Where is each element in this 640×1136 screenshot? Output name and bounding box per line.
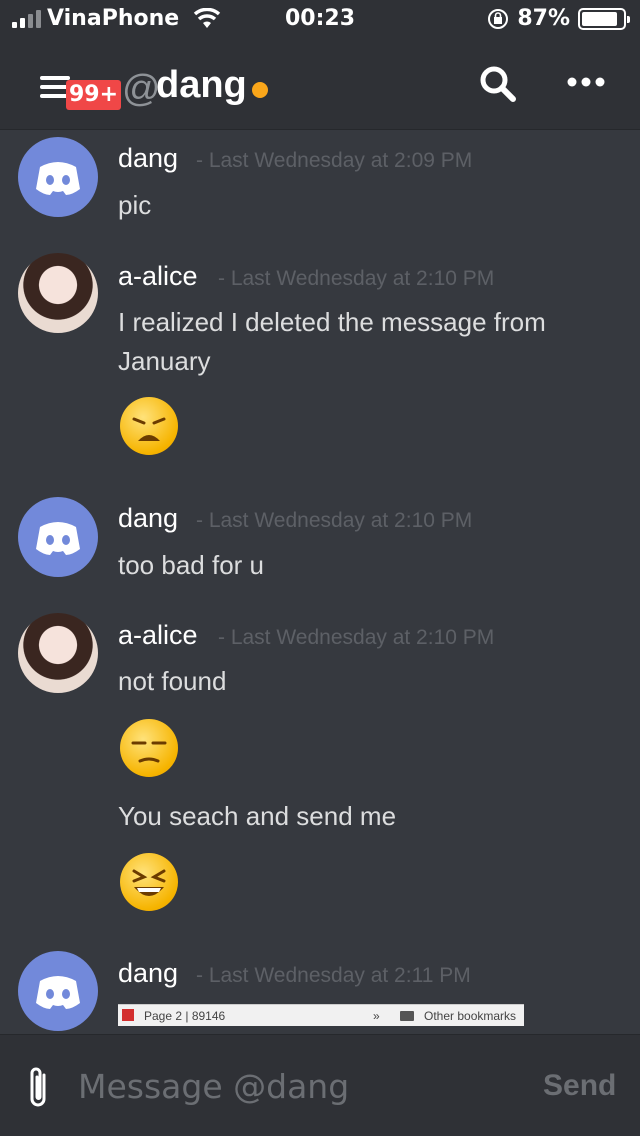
message-text: pic: [118, 190, 152, 220]
discord-logo-icon: [36, 522, 80, 555]
home-icon: [122, 1009, 134, 1021]
message-text: not found: [118, 666, 227, 696]
avatar[interactable]: [18, 613, 98, 693]
at-symbol: @: [122, 68, 161, 110]
attachment-chevron: »: [373, 1009, 380, 1023]
message-author[interactable]: a-alice: [118, 261, 198, 292]
message-timestamp: - Last Wednesday at 2:11 PM: [196, 964, 471, 987]
attachment-bookmarks-text: Other bookmarks: [424, 1009, 517, 1023]
discord-logo-icon: [36, 976, 80, 1009]
message-input[interactable]: [78, 1061, 508, 1111]
message-author[interactable]: a-alice: [118, 620, 198, 651]
status-dot: [252, 82, 268, 98]
message-text: January: [118, 346, 211, 376]
status-bar: VinaPhone 00:23 87%: [0, 0, 640, 40]
message-author[interactable]: dang: [118, 503, 178, 534]
message-author[interactable]: dang: [118, 958, 178, 989]
send-button[interactable]: Send: [543, 1069, 616, 1103]
message-composer: Send: [0, 1034, 640, 1136]
message-timestamp: - Last Wednesday at 2:10 PM: [196, 509, 473, 532]
more-options-icon[interactable]: [566, 72, 606, 92]
unread-badge: 99+: [66, 80, 122, 110]
paperclip-icon[interactable]: [24, 1065, 54, 1111]
avatar[interactable]: [18, 951, 98, 1031]
message-timestamp: - Last Wednesday at 2:10 PM: [218, 267, 495, 290]
unamused-face-emoji-icon: [120, 719, 178, 777]
avatar[interactable]: [18, 253, 98, 333]
weary-face-emoji-icon: [120, 397, 178, 455]
battery-icon: [578, 7, 630, 30]
image-attachment[interactable]: Page 2 | 89146 » Other bookmarks: [118, 1004, 524, 1026]
avatar[interactable]: [18, 137, 98, 217]
channel-header: 99+ @ dang: [0, 40, 640, 130]
message-text: I realized I deleted the message from: [118, 307, 546, 337]
message-timestamp: - Last Wednesday at 2:10 PM: [218, 626, 495, 649]
message-text: You seach and send me: [118, 801, 397, 831]
battery-percent: 87%: [517, 6, 570, 31]
discord-logo-icon: [36, 162, 80, 195]
grinning-squinting-face-emoji-icon: [120, 853, 178, 911]
channel-name: dang: [156, 64, 247, 106]
message-timestamp: - Last Wednesday at 2:09 PM: [196, 149, 473, 172]
avatar[interactable]: [18, 497, 98, 577]
attachment-tab-text: Page 2 | 89146: [144, 1009, 226, 1023]
message-list[interactable]: dang - Last Wednesday at 2:09 PM pic a-a…: [0, 131, 640, 1033]
search-icon[interactable]: [478, 64, 518, 104]
folder-icon: [400, 1011, 414, 1021]
orientation-lock-icon: [488, 8, 509, 29]
message-text: too bad for u: [118, 550, 264, 580]
message-author[interactable]: dang: [118, 143, 178, 174]
